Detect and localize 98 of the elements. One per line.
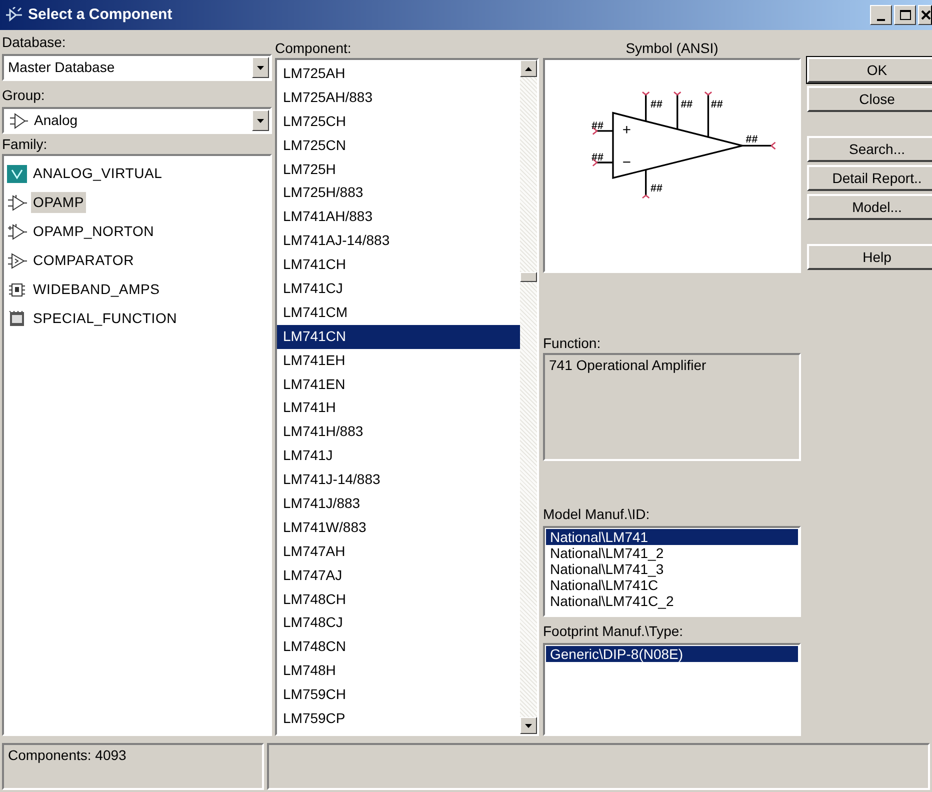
component-item[interactable]: LM741CJ [277,277,520,301]
field-label: Database: [2,33,67,52]
component-item[interactable]: LM741AH/883 [277,205,520,230]
dialog-button[interactable]: OK [807,57,932,83]
caret-icon [257,118,264,122]
component-item[interactable]: LM748CN [277,635,520,660]
function-box: 741 Operational Amplifier [543,353,801,461]
scroll-thumb[interactable] [520,272,537,282]
component-item[interactable]: LM748CJ [277,611,520,636]
component-item[interactable]: LM725H [277,158,520,182]
field-label: Footprint Manuf.\Type: [543,622,684,641]
component-item[interactable]: LM748H [277,659,520,684]
component-item[interactable]: LM741W/883 [277,516,520,540]
combo-value: Master Database [7,58,116,77]
dialog-button[interactable]: Close [807,86,932,112]
component-item[interactable]: LM725AH/883 [277,86,520,110]
dialog-button[interactable]: Search... [807,136,932,162]
component-item[interactable]: LM741J/883 [277,492,520,516]
amplifier-icon [8,112,30,130]
component-item[interactable]: LM741H [277,396,520,420]
family-item[interactable]: COMPARATOR [31,250,136,271]
component-item[interactable]: LM759CP [277,707,520,731]
component-item[interactable]: LM741J-14/883 [277,468,520,492]
minimize-icon [877,19,885,21]
family-item[interactable]: OPAMP_NORTON [31,221,156,242]
dropdown-button[interactable] [252,57,269,78]
pin-label: ## [710,98,723,110]
symbol-title: Symbol (ANSI) [624,39,720,58]
plus-sign: + [622,122,631,138]
amplifier-icon [7,222,27,240]
component-item[interactable]: LM741J [277,444,520,468]
combo-value: Analog [33,111,79,130]
maximize-icon [900,10,910,20]
list-item[interactable]: National\LM741_2 [546,545,798,561]
footprint-list[interactable]: Generic\DIP-8(N08E) [543,643,801,736]
pin-label: ## [650,98,662,110]
comparator-icon [7,252,27,270]
list-item[interactable]: National\LM741 [546,529,798,545]
component-item[interactable]: LM741EH [277,348,520,373]
component-item[interactable]: LM741H/883 [277,420,520,444]
list-item[interactable]: Generic\DIP-8(N08E) [546,646,798,662]
list-item[interactable]: National\LM741_3 [546,561,798,577]
virtual-source-icon [7,164,27,182]
close-icon [921,10,931,20]
group-dropdown[interactable]: Analog [2,107,272,134]
family-item[interactable]: SPECIAL_FUNCTION [31,308,180,329]
family-item[interactable]: OPAMP [31,192,86,213]
pin-label: ## [746,133,758,146]
scroll-down-button[interactable] [520,717,537,734]
chip-icon [7,280,27,298]
component-item[interactable]: LM741CH [277,253,520,278]
component-item[interactable]: LM725CH [277,110,520,134]
component-item[interactable]: LM747AH [277,540,520,564]
maximize-button[interactable] [894,5,916,25]
chip-icon [7,310,27,328]
list-item[interactable]: National\LM741C [546,577,798,593]
component-item[interactable]: LM725H/883 [277,181,520,206]
down-arrow-icon [525,724,532,728]
component-item[interactable]: LM725AH [277,62,520,86]
family-list[interactable]: ANALOG_VIRTUAL OPAMP OPAMP_NORTON COMPARATOR WIDEBAND_AMPS SPECIAL_FUNCTION [2,154,272,736]
family-item[interactable]: ANALOG_VIRTUAL [31,163,164,184]
dialog-button[interactable]: Detail Report.. [807,165,932,191]
database-dropdown[interactable]: Master Database [2,54,272,81]
caret-icon [257,66,264,70]
field-label: Function: [543,334,602,353]
close-window-button[interactable] [918,5,932,25]
component-item[interactable]: LM741AJ-14/883 [277,229,520,254]
pin-label: ## [592,120,604,132]
minus-sign: − [622,155,631,172]
component-item[interactable]: LM741CN [277,324,520,349]
component-item[interactable]: LM741CM [277,300,520,325]
scroll-up-button[interactable] [520,60,537,77]
component-list[interactable] [275,58,539,736]
field-label: Component: [275,39,352,58]
status-count: Components: 4093 [2,743,264,790]
dropdown-button[interactable] [252,110,269,131]
family-item[interactable]: WIDEBAND_AMPS [31,279,162,300]
minimize-button[interactable] [870,5,892,25]
field-label: Model Manuf.\ID: [543,505,651,524]
window-title: Select a Component [28,4,174,25]
scrollbar[interactable] [520,60,537,734]
component-item[interactable]: LM759CH [277,683,520,708]
field-label: Group: [2,86,46,105]
pin-label: ## [650,182,662,194]
amplifier-icon [7,194,27,212]
component-item[interactable]: LM748CH [277,588,520,612]
component-item[interactable]: LM741EN [277,372,520,396]
component-item[interactable]: LM747AJ [277,564,520,588]
pin-label: ## [680,98,693,110]
component-app-icon [4,7,24,23]
up-arrow-icon [525,66,532,70]
dialog-button[interactable]: Model... [807,194,932,220]
list-item[interactable]: National\LM741C_2 [546,593,798,609]
dialog-button[interactable]: Help [807,244,932,270]
component-item[interactable]: LM725CN [277,134,520,158]
field-label: Family: [2,135,48,154]
pin-label: ## [592,151,604,164]
model-list[interactable]: National\LM741 National\LM741_2 National\LM741_3 National\LM741C National\LM741C_2 [543,526,801,617]
